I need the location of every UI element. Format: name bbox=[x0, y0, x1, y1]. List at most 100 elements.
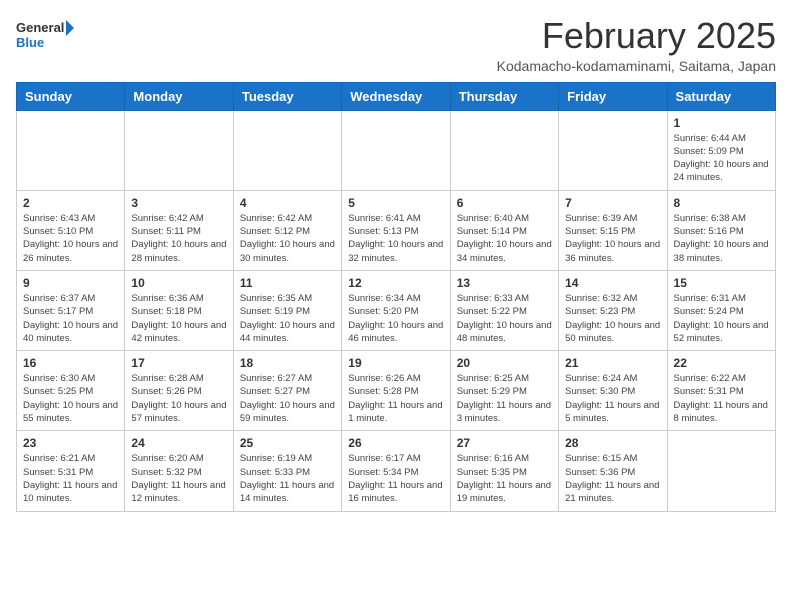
calendar-cell: 13 Sunrise: 6:33 AM Sunset: 5:22 PM Dayli… bbox=[450, 270, 558, 350]
day-info: Sunrise: 6:42 AM Sunset: 5:11 PM Dayligh… bbox=[131, 212, 226, 265]
day-number: 25 bbox=[240, 436, 335, 450]
calendar-cell bbox=[233, 110, 341, 190]
day-number: 17 bbox=[131, 356, 226, 370]
day-number: 7 bbox=[565, 196, 660, 210]
calendar-cell: 20Sunrise: 6:25 AM Sunset: 5:29 PM Dayli… bbox=[450, 351, 558, 431]
calendar-cell: 4 Sunrise: 6:42 AM Sunset: 5:12 PM Daylig… bbox=[233, 190, 341, 270]
calendar-cell: 24 Sunrise: 6:20 AM Sunset: 5:32 PM Dayli… bbox=[125, 431, 233, 511]
calendar-cell: 11 Sunrise: 6:35 AM Sunset: 5:19 PM Dayli… bbox=[233, 270, 341, 350]
calendar-cell bbox=[450, 110, 558, 190]
day-number: 8 bbox=[674, 196, 769, 210]
weekday-header-tuesday: Tuesday bbox=[233, 82, 341, 110]
day-info: Sunrise: 6:27 AM Sunset: 5:27 PM Dayligh… bbox=[240, 372, 335, 425]
day-info: Sunrise: 6:33 AM Sunset: 5:22 PM Dayligh… bbox=[457, 292, 552, 345]
day-number: 3 bbox=[131, 196, 226, 210]
title-area: February 2025 Kodamacho-kodamaminami, Sa… bbox=[497, 16, 776, 74]
calendar-cell: 9Sunrise: 6:37 AM Sunset: 5:17 PM Daylig… bbox=[17, 270, 125, 350]
calendar-cell: 27 Sunrise: 6:16 AM Sunset: 5:35 PM Dayli… bbox=[450, 431, 558, 511]
day-info: Sunrise: 6:41 AM Sunset: 5:13 PM Dayligh… bbox=[348, 212, 443, 265]
weekday-header-friday: Friday bbox=[559, 82, 667, 110]
calendar-cell: 14Sunrise: 6:32 AM Sunset: 5:23 PM Dayli… bbox=[559, 270, 667, 350]
day-number: 16 bbox=[23, 356, 118, 370]
calendar-cell: 6 Sunrise: 6:40 AM Sunset: 5:14 PM Daylig… bbox=[450, 190, 558, 270]
day-info: Sunrise: 6:26 AM Sunset: 5:28 PM Dayligh… bbox=[348, 372, 443, 425]
day-info: Sunrise: 6:21 AM Sunset: 5:31 PM Dayligh… bbox=[23, 452, 118, 505]
day-info: Sunrise: 6:35 AM Sunset: 5:19 PM Dayligh… bbox=[240, 292, 335, 345]
day-info: Sunrise: 6:20 AM Sunset: 5:32 PM Dayligh… bbox=[131, 452, 226, 505]
week-row-4: 23Sunrise: 6:21 AM Sunset: 5:31 PM Dayli… bbox=[17, 431, 776, 511]
weekday-header-saturday: Saturday bbox=[667, 82, 775, 110]
calendar-cell: 15 Sunrise: 6:31 AM Sunset: 5:24 PM Dayli… bbox=[667, 270, 775, 350]
calendar-cell bbox=[125, 110, 233, 190]
weekday-header-sunday: Sunday bbox=[17, 82, 125, 110]
svg-text:General: General bbox=[16, 20, 64, 35]
calendar-cell bbox=[17, 110, 125, 190]
calendar-cell: 22Sunrise: 6:22 AM Sunset: 5:31 PM Dayli… bbox=[667, 351, 775, 431]
calendar-cell: 10 Sunrise: 6:36 AM Sunset: 5:18 PM Dayli… bbox=[125, 270, 233, 350]
calendar-title: February 2025 bbox=[497, 16, 776, 56]
weekday-header-wednesday: Wednesday bbox=[342, 82, 450, 110]
day-number: 13 bbox=[457, 276, 552, 290]
calendar-cell bbox=[559, 110, 667, 190]
day-info: Sunrise: 6:36 AM Sunset: 5:18 PM Dayligh… bbox=[131, 292, 226, 345]
day-info: Sunrise: 6:37 AM Sunset: 5:17 PM Dayligh… bbox=[23, 292, 118, 345]
calendar-cell: 28Sunrise: 6:15 AM Sunset: 5:36 PM Dayli… bbox=[559, 431, 667, 511]
weekday-row: SundayMondayTuesdayWednesdayThursdayFrid… bbox=[17, 82, 776, 110]
day-info: Sunrise: 6:32 AM Sunset: 5:23 PM Dayligh… bbox=[565, 292, 660, 345]
week-row-0: 1 Sunrise: 6:44 AM Sunset: 5:09 PM Daylig… bbox=[17, 110, 776, 190]
calendar-cell: 23Sunrise: 6:21 AM Sunset: 5:31 PM Dayli… bbox=[17, 431, 125, 511]
calendar-body: 1 Sunrise: 6:44 AM Sunset: 5:09 PM Daylig… bbox=[17, 110, 776, 511]
day-info: Sunrise: 6:30 AM Sunset: 5:25 PM Dayligh… bbox=[23, 372, 118, 425]
day-info: Sunrise: 6:22 AM Sunset: 5:31 PM Dayligh… bbox=[674, 372, 769, 425]
day-info: Sunrise: 6:16 AM Sunset: 5:35 PM Dayligh… bbox=[457, 452, 552, 505]
day-info: Sunrise: 6:28 AM Sunset: 5:26 PM Dayligh… bbox=[131, 372, 226, 425]
week-row-1: 2 Sunrise: 6:43 AM Sunset: 5:10 PM Daylig… bbox=[17, 190, 776, 270]
day-number: 1 bbox=[674, 116, 769, 130]
day-info: Sunrise: 6:31 AM Sunset: 5:24 PM Dayligh… bbox=[674, 292, 769, 345]
day-info: Sunrise: 6:17 AM Sunset: 5:34 PM Dayligh… bbox=[348, 452, 443, 505]
calendar-cell bbox=[667, 431, 775, 511]
calendar-cell: 5 Sunrise: 6:41 AM Sunset: 5:13 PM Daylig… bbox=[342, 190, 450, 270]
calendar-cell: 25Sunrise: 6:19 AM Sunset: 5:33 PM Dayli… bbox=[233, 431, 341, 511]
day-info: Sunrise: 6:44 AM Sunset: 5:09 PM Dayligh… bbox=[674, 132, 769, 185]
logo-svg: General Blue bbox=[16, 16, 76, 52]
day-number: 15 bbox=[674, 276, 769, 290]
calendar-cell: 26 Sunrise: 6:17 AM Sunset: 5:34 PM Dayli… bbox=[342, 431, 450, 511]
calendar-cell: 3 Sunrise: 6:42 AM Sunset: 5:11 PM Daylig… bbox=[125, 190, 233, 270]
day-number: 10 bbox=[131, 276, 226, 290]
calendar-cell: 17 Sunrise: 6:28 AM Sunset: 5:26 PM Dayli… bbox=[125, 351, 233, 431]
calendar-table: SundayMondayTuesdayWednesdayThursdayFrid… bbox=[16, 82, 776, 512]
day-number: 2 bbox=[23, 196, 118, 210]
day-info: Sunrise: 6:43 AM Sunset: 5:10 PM Dayligh… bbox=[23, 212, 118, 265]
day-number: 26 bbox=[348, 436, 443, 450]
day-number: 21 bbox=[565, 356, 660, 370]
day-info: Sunrise: 6:42 AM Sunset: 5:12 PM Dayligh… bbox=[240, 212, 335, 265]
day-number: 5 bbox=[348, 196, 443, 210]
calendar-cell: 8 Sunrise: 6:38 AM Sunset: 5:16 PM Daylig… bbox=[667, 190, 775, 270]
day-info: Sunrise: 6:34 AM Sunset: 5:20 PM Dayligh… bbox=[348, 292, 443, 345]
day-info: Sunrise: 6:38 AM Sunset: 5:16 PM Dayligh… bbox=[674, 212, 769, 265]
week-row-3: 16 Sunrise: 6:30 AM Sunset: 5:25 PM Dayli… bbox=[17, 351, 776, 431]
day-number: 28 bbox=[565, 436, 660, 450]
calendar-cell: 21 Sunrise: 6:24 AM Sunset: 5:30 PM Dayli… bbox=[559, 351, 667, 431]
day-number: 19 bbox=[348, 356, 443, 370]
logo: General Blue bbox=[16, 16, 76, 52]
weekday-header-thursday: Thursday bbox=[450, 82, 558, 110]
day-number: 12 bbox=[348, 276, 443, 290]
day-number: 18 bbox=[240, 356, 335, 370]
calendar-cell: 19 Sunrise: 6:26 AM Sunset: 5:28 PM Dayli… bbox=[342, 351, 450, 431]
day-number: 11 bbox=[240, 276, 335, 290]
calendar-header: SundayMondayTuesdayWednesdayThursdayFrid… bbox=[17, 82, 776, 110]
day-number: 6 bbox=[457, 196, 552, 210]
day-info: Sunrise: 6:40 AM Sunset: 5:14 PM Dayligh… bbox=[457, 212, 552, 265]
calendar-subtitle: Kodamacho-kodamaminami, Saitama, Japan bbox=[497, 58, 776, 74]
calendar-cell: 1 Sunrise: 6:44 AM Sunset: 5:09 PM Daylig… bbox=[667, 110, 775, 190]
header: General Blue February 2025 Kodamacho-kod… bbox=[16, 16, 776, 74]
day-number: 4 bbox=[240, 196, 335, 210]
week-row-2: 9Sunrise: 6:37 AM Sunset: 5:17 PM Daylig… bbox=[17, 270, 776, 350]
day-info: Sunrise: 6:24 AM Sunset: 5:30 PM Dayligh… bbox=[565, 372, 660, 425]
day-number: 24 bbox=[131, 436, 226, 450]
day-number: 27 bbox=[457, 436, 552, 450]
day-number: 20 bbox=[457, 356, 552, 370]
calendar-cell bbox=[342, 110, 450, 190]
